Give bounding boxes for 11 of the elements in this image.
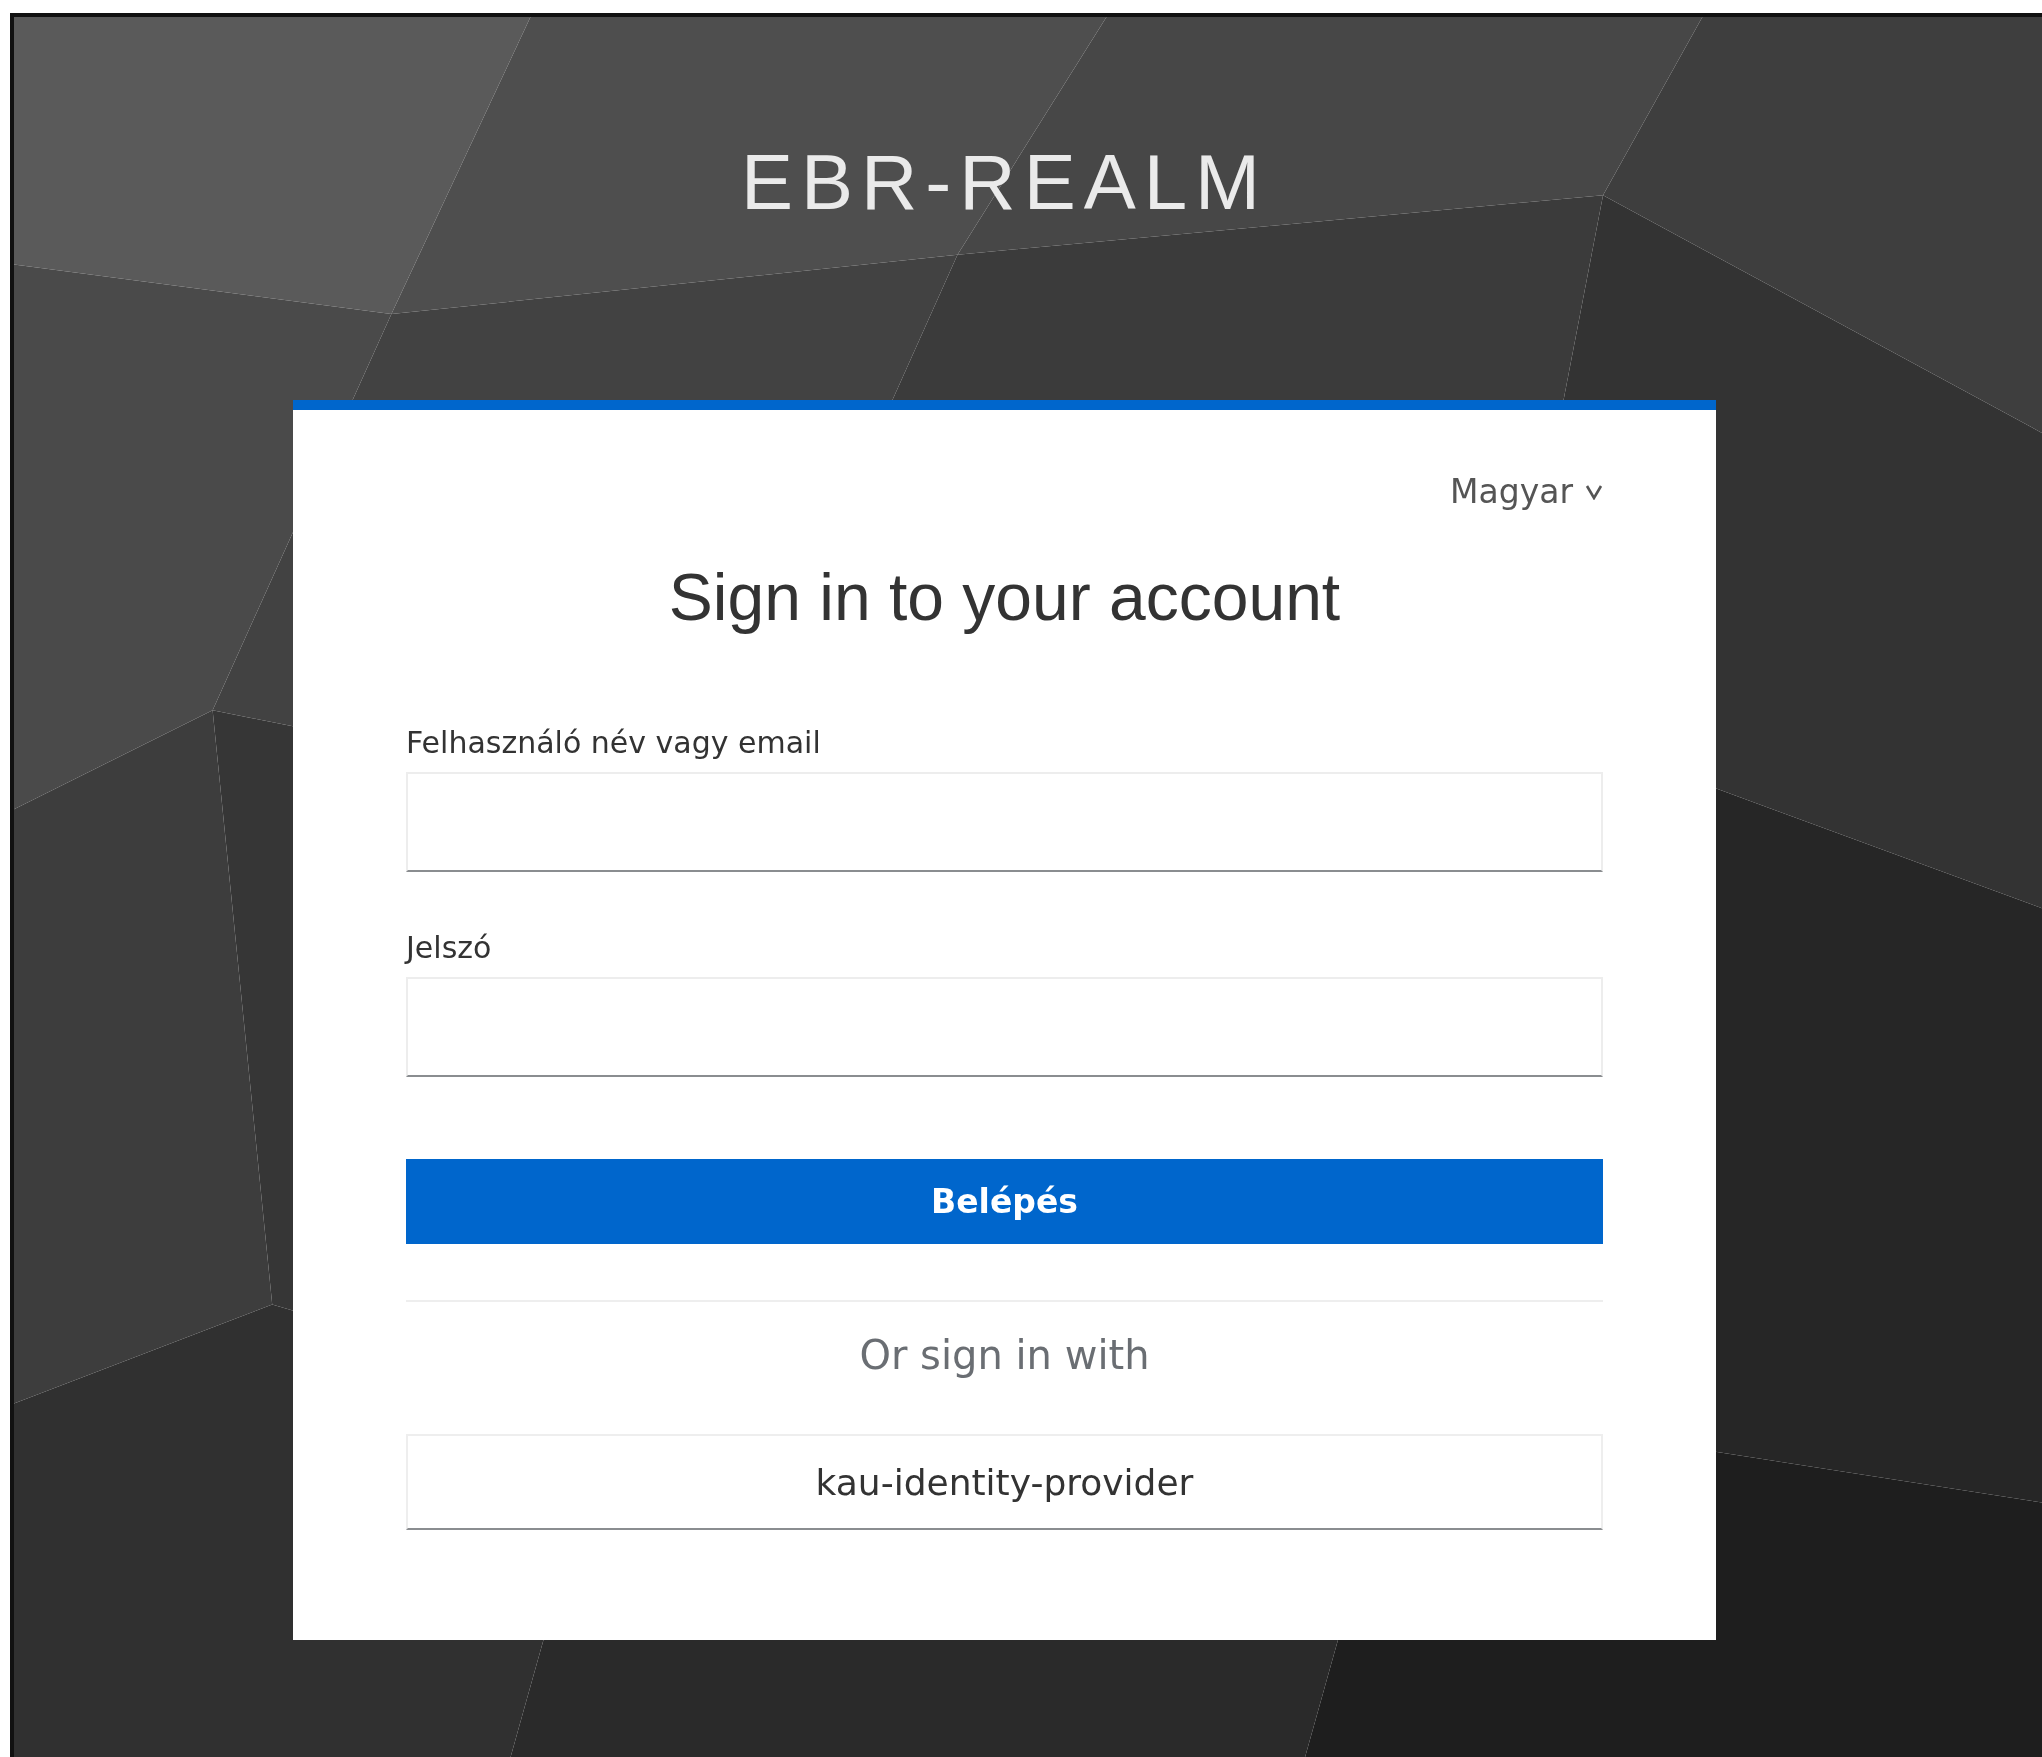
input-field[interactable] [406,772,1603,872]
realm-title: EBR-REALM [740,143,1269,221]
field-label: Felhasználó név vagy email [406,725,821,760]
alternative-heading: Or sign in with [859,1332,1150,1378]
chevron-down-icon [1585,483,1603,500]
login-button[interactable]: Belépés [406,1159,1603,1244]
field-label: Jelszó [406,930,492,965]
identity-provider-button[interactable]: kau-identity-provider [406,1434,1603,1530]
language-selector[interactable]: Magyar [1450,472,1603,511]
input-field[interactable] [406,977,1603,1077]
form-heading: Sign in to your account [667,559,1342,635]
